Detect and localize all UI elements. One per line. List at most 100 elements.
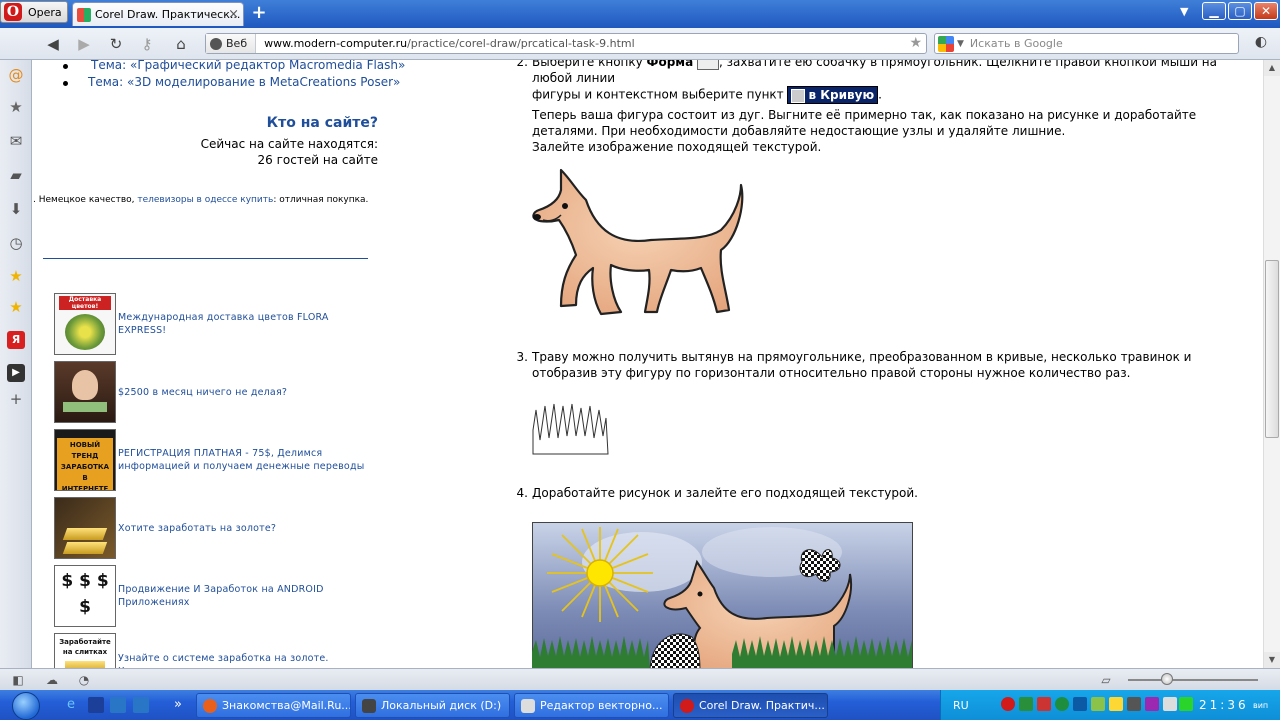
scroll-thumb[interactable]	[1265, 260, 1279, 438]
folder-window-icon	[362, 698, 376, 713]
quicklaunch-overflow-chevron-icon[interactable]: »	[170, 697, 186, 713]
bluetooth-tray-icon[interactable]	[1073, 697, 1087, 711]
url-text[interactable]: www.modern-computer.ru/practice/corel-dr…	[256, 37, 635, 50]
globe-icon	[210, 37, 222, 50]
step-2-text: Выберите кнопку Форма , захватите ею соб…	[532, 60, 1252, 155]
ad-trend-image[interactable]: НОВЫЙ ТРЕНД ЗАРАБОТКА В ИНТЕРНЕТЕ	[54, 429, 116, 491]
security-tray-icon[interactable]	[1037, 697, 1051, 711]
back-arrow-icon[interactable]: ◀	[42, 33, 64, 55]
bookmarks-star-icon[interactable]: ★	[7, 98, 25, 116]
ad-text[interactable]: $2500 в месяц ничего не делая?	[118, 361, 368, 423]
media-play-icon[interactable]: ▶	[7, 364, 25, 382]
notes-icon[interactable]: ▰	[7, 166, 25, 184]
scroll-up-arrow-icon[interactable]: ▲	[1264, 60, 1280, 76]
mail-envelope-icon[interactable]: ✉	[7, 132, 25, 150]
ad-text[interactable]: Продвижение И Заработок на ANDROID Прило…	[118, 565, 368, 627]
maximize-button[interactable]: ▢	[1228, 2, 1252, 20]
downloads-icon[interactable]: ⬇	[7, 200, 25, 218]
wand-key-icon[interactable]: ⚷	[136, 33, 158, 55]
guest-count-text: 26 гостей на сайте	[257, 153, 378, 167]
ad-item[interactable]: НОВЫЙ ТРЕНД ЗАРАБОТКА В ИНТЕРНЕТЕ РЕГИСТ…	[54, 429, 374, 491]
ad-text[interactable]: Хотите заработать на золоте?	[118, 497, 368, 559]
history-clock-icon[interactable]: ◷	[7, 234, 25, 252]
app-tray-icon[interactable]	[1091, 697, 1105, 711]
view-icon[interactable]: ▱	[1098, 672, 1114, 688]
opera-unite-cloud-icon[interactable]: ☁	[44, 672, 60, 688]
new-tab-button[interactable]: +	[250, 3, 268, 23]
ad-item[interactable]: Хотите заработать на золоте?	[54, 497, 374, 559]
ad-gold-image[interactable]	[54, 497, 116, 559]
ad-ingots-image[interactable]: Заработайте на слитках	[54, 633, 116, 668]
taskbar-task-disk[interactable]: Локальный диск (D:)	[355, 693, 510, 718]
network-tray-icon[interactable]	[1019, 697, 1033, 711]
ad-text[interactable]: Узнайте о системе заработка на золоте. Х…	[118, 633, 368, 668]
panel-toggle-icon[interactable]: ◧	[10, 672, 26, 688]
mail-at-icon[interactable]: @	[7, 66, 25, 84]
taskbar-task-editor[interactable]: Редактор векторно...	[514, 693, 669, 718]
zoom-slider-thumb[interactable]	[1161, 673, 1173, 685]
add-panel-icon[interactable]: +	[7, 390, 25, 408]
internet-explorer-icon[interactable]: e	[63, 697, 79, 713]
forward-arrow-icon[interactable]: ▶	[73, 33, 95, 55]
clock[interactable]: 21:36	[1199, 698, 1249, 712]
app-tray-icon-2[interactable]	[1109, 697, 1123, 711]
reload-icon[interactable]: ↻	[105, 33, 127, 55]
promo-link[interactable]: телевизоры в одессе купить	[137, 195, 273, 205]
ad-item[interactable]: $ $ $ $ Продвижение И Заработок на ANDRO…	[54, 565, 374, 627]
app-tray-icon-3[interactable]	[1127, 697, 1141, 711]
to-curve-label: в Кривую	[808, 88, 875, 102]
dog-illustration	[532, 168, 744, 316]
ad-flowers-image[interactable]: Доставка цветов!	[54, 293, 116, 355]
document-icon	[521, 698, 535, 713]
tab-title: Corel Draw. Практическ...	[95, 8, 241, 21]
quicklaunch-app-icon[interactable]	[88, 697, 104, 713]
ad-item[interactable]: Заработайте на слитках Узнайте о системе…	[54, 633, 374, 668]
ad-image-caption: $ $ $ $	[61, 571, 109, 617]
tab-close-icon[interactable]: ×	[228, 7, 239, 22]
taskbar-task-opera[interactable]: Corel Draw. Практич...	[673, 693, 828, 718]
search-engine-dropdown-icon[interactable]: ▼	[957, 39, 964, 49]
vertical-scrollbar[interactable]: ▲ ▼	[1263, 60, 1280, 668]
grass-figure	[532, 403, 609, 455]
search-input[interactable]: Искать в Google	[970, 37, 1063, 50]
start-button[interactable]	[12, 692, 40, 720]
eye-tray-icon[interactable]	[1055, 697, 1069, 711]
bookmark-star-icon[interactable]: ★	[909, 35, 922, 51]
app-tray-icon-4[interactable]	[1145, 697, 1159, 711]
show-desktop-icon[interactable]	[110, 697, 126, 713]
topic-link-poser[interactable]: Тема: «3D моделирование в MetaCreations …	[88, 75, 400, 89]
opera-tray-icon[interactable]	[1001, 697, 1015, 711]
minimize-button[interactable]: ▁	[1202, 2, 1226, 20]
app-tray-icon-5[interactable]	[1179, 697, 1193, 711]
topic-link-flash[interactable]: Тема: «Графический редактор Macromedia F…	[91, 60, 405, 72]
zoom-slider-track[interactable]	[1128, 679, 1258, 681]
ad-text[interactable]: РЕГИСТРАЦИЯ ПЛАТНАЯ - 75$, Делимся инфор…	[118, 429, 368, 491]
quicklaunch-app-icon-2[interactable]	[133, 697, 149, 713]
customize-menu-icon[interactable]: ◐	[1250, 34, 1272, 54]
ad-woman-money-image[interactable]	[54, 361, 116, 423]
yandex-icon[interactable]: Я	[7, 331, 25, 349]
ad-dollars-image[interactable]: $ $ $ $	[54, 565, 116, 627]
ad-item[interactable]: Доставка цветов! Международная доставка …	[54, 293, 374, 355]
volume-tray-icon[interactable]	[1163, 697, 1177, 711]
opera-side-panel: @ ★ ✉ ▰ ⬇ ◷ ★ ★ Я ▶ +	[0, 60, 32, 668]
favorite-star-icon-2[interactable]: ★	[7, 298, 25, 316]
opera-menu-button[interactable]: O Opera	[0, 1, 68, 23]
search-field[interactable]: ▼ Искать в Google	[934, 33, 1239, 54]
ad-text[interactable]: Международная доставка цветов FLORA EXPR…	[118, 293, 368, 355]
taskbar-task-mail[interactable]: Знакомства@Mail.Ru...	[196, 693, 351, 718]
ad-item[interactable]: $2500 в месяц ничего не делая?	[54, 361, 374, 423]
close-window-button[interactable]: ✕	[1254, 2, 1278, 20]
url-host: www.modern-computer.ru	[264, 37, 408, 50]
language-indicator[interactable]: RU	[953, 699, 969, 712]
tab-list-chevron-icon[interactable]: ▼	[1180, 5, 1188, 18]
home-icon[interactable]: ⌂	[170, 33, 192, 55]
system-tray: RU 21:36 вип	[940, 690, 1280, 720]
address-badge[interactable]: Веб	[206, 34, 257, 53]
tab-corel-draw[interactable]: Corel Draw. Практическ... ×	[72, 2, 244, 26]
address-bar[interactable]: Веб www.modern-computer.ru/practice/core…	[205, 33, 927, 54]
favorite-star-icon[interactable]: ★	[7, 267, 25, 285]
speed-dial-icon[interactable]: ◔	[76, 672, 92, 688]
scroll-down-arrow-icon[interactable]: ▼	[1264, 652, 1280, 668]
step-4-text: Доработайте рисунок и залейте его подход…	[532, 486, 918, 500]
